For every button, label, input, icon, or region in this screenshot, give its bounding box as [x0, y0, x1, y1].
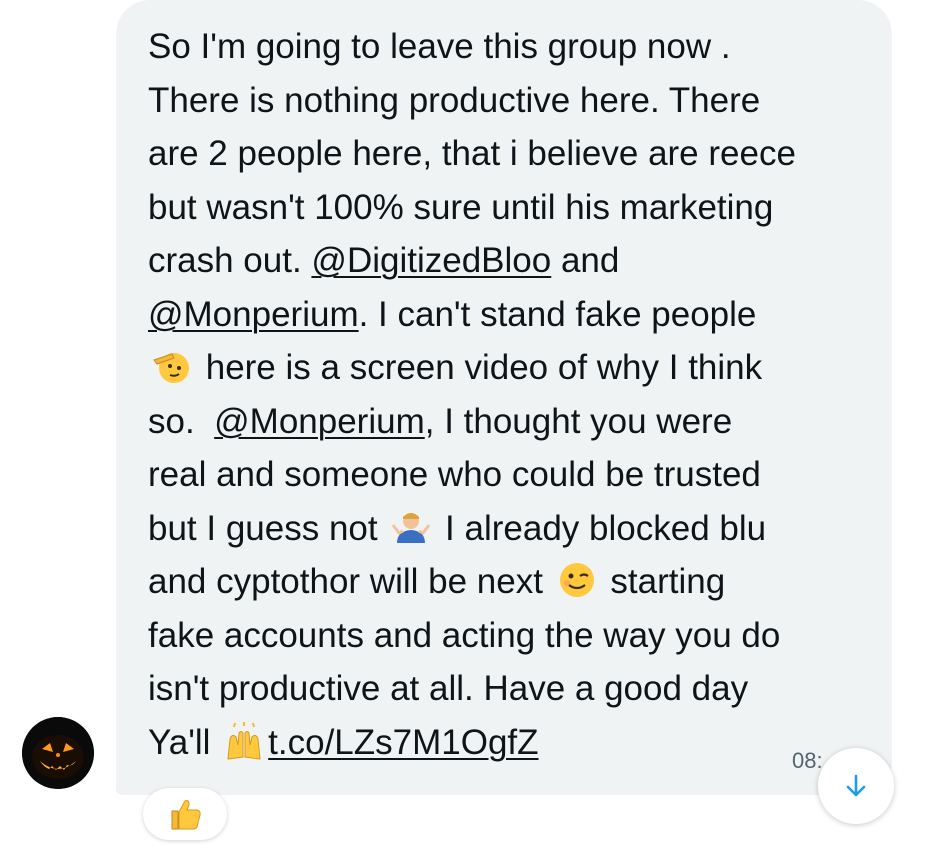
mention-link[interactable]: @DigitizedBloo — [311, 241, 551, 280]
message-line: but wasn't 100% sure until his marketing — [148, 187, 774, 227]
jack-o-lantern-icon — [22, 717, 94, 789]
message-text: So I'm going to leave this group now . T… — [148, 20, 872, 769]
reaction-badge[interactable] — [143, 788, 227, 840]
message-line: So I'm going to leave this group now . — [148, 27, 731, 66]
message-line: and cyptothor will be next starting — [148, 562, 726, 601]
winking-face-icon — [559, 563, 594, 597]
tweet-link[interactable]: t.co/LZs7M1OgfZ — [268, 723, 538, 762]
message-line: but I guess not I already blocked blu — [148, 508, 767, 548]
thumbs-up-icon — [171, 800, 201, 830]
message-line: so. @Monperium, I thought you were — [148, 401, 733, 441]
message-bubble[interactable]: So I'm going to leave this group now . T… — [116, 0, 892, 795]
message-line: Ya'll t.co/LZs7M1OgfZ — [148, 721, 539, 762]
message-timestamp: 08: — [792, 748, 823, 773]
message-line: real and someone who could be trusted — [148, 455, 761, 494]
sender-avatar[interactable] — [22, 717, 94, 789]
mention-link[interactable]: @Monperium — [214, 402, 425, 441]
message-line: here is a screen video of why I think — [148, 341, 872, 395]
arrow-down-icon — [846, 774, 866, 797]
mention-link[interactable]: @Monperium — [148, 295, 359, 334]
saluting-face-icon — [153, 353, 189, 383]
message-line: are 2 people here, that i believe are re… — [148, 134, 796, 173]
message-line: crash out. @DigitizedBloo and — [148, 241, 620, 280]
message-line: There is nothing productive here. There — [148, 80, 761, 120]
person-shrugging-icon — [392, 512, 431, 543]
raising-hands-icon — [227, 721, 261, 760]
message-line: fake accounts and acting the way you do — [148, 615, 781, 655]
scroll-to-bottom-button[interactable] — [818, 748, 894, 824]
message-line: isn't productive at all. Have a good day — [148, 669, 749, 708]
message-line: @Monperium. I can't stand fake people — [148, 294, 757, 334]
